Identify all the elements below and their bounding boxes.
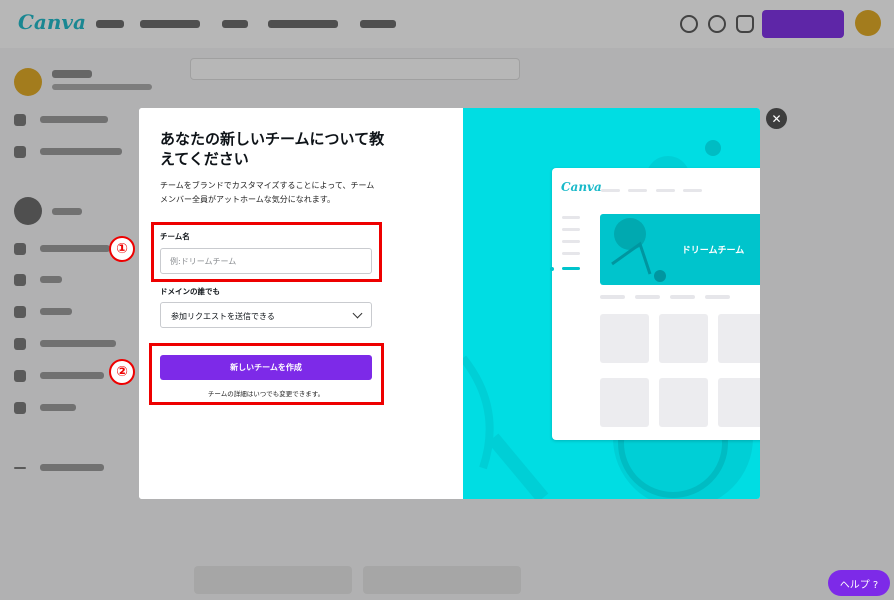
domain-access-label: ドメインの誰でも bbox=[160, 287, 220, 296]
preview-tile bbox=[600, 314, 649, 363]
preview-bar bbox=[670, 295, 695, 299]
close-icon[interactable]: ✕ bbox=[766, 108, 787, 129]
modal-description: チームをブランドでカスタマイズすることによって、チームメンバー全員がアットホーム… bbox=[160, 181, 375, 204]
modal-form-panel: あなたの新しいチームについて教えてください チームをブランドでカスタマイズするこ… bbox=[139, 108, 463, 499]
annotation-marker-1: ① bbox=[109, 236, 135, 262]
preview-bar bbox=[600, 295, 625, 299]
preview-side-line bbox=[562, 228, 580, 231]
preview-nav-line bbox=[601, 189, 620, 192]
chevron-down-icon bbox=[352, 308, 363, 319]
preview-bar bbox=[635, 295, 660, 299]
modal-illustration-panel: Canva ドリームチーム bbox=[463, 108, 760, 499]
preview-canva-logo: Canva bbox=[561, 180, 602, 194]
preview-tile bbox=[600, 378, 649, 427]
preview-team-banner: ドリームチーム bbox=[600, 214, 760, 285]
preview-tile bbox=[659, 378, 708, 427]
preview-nav-line bbox=[628, 189, 647, 192]
annotation-box-1 bbox=[151, 222, 382, 282]
preview-team-name: ドリームチーム bbox=[681, 246, 745, 256]
preview-active-marker bbox=[550, 267, 554, 271]
domain-access-value: 参加リクエストを送信できる bbox=[171, 312, 275, 321]
modal-title: あなたの新しいチームについて教えてください bbox=[160, 130, 385, 168]
preview-bar bbox=[705, 295, 730, 299]
help-button[interactable]: ヘルプ ? bbox=[828, 570, 890, 596]
preview-side-line-active bbox=[562, 267, 580, 270]
preview-side-line bbox=[562, 216, 580, 219]
preview-side-line bbox=[562, 240, 580, 243]
preview-tile bbox=[718, 378, 760, 427]
preview-tile bbox=[659, 314, 708, 363]
preview-nav-line bbox=[683, 189, 702, 192]
team-preview-card: Canva ドリームチーム bbox=[550, 168, 760, 440]
preview-tile bbox=[718, 314, 760, 363]
annotation-box-2 bbox=[149, 343, 384, 405]
preview-side-line bbox=[562, 252, 580, 255]
annotation-marker-2: ② bbox=[109, 359, 135, 385]
create-team-modal: あなたの新しいチームについて教えてください チームをブランドでカスタマイズするこ… bbox=[139, 108, 760, 499]
preview-nav-line bbox=[656, 189, 675, 192]
domain-access-select[interactable]: 参加リクエストを送信できる bbox=[160, 302, 372, 328]
